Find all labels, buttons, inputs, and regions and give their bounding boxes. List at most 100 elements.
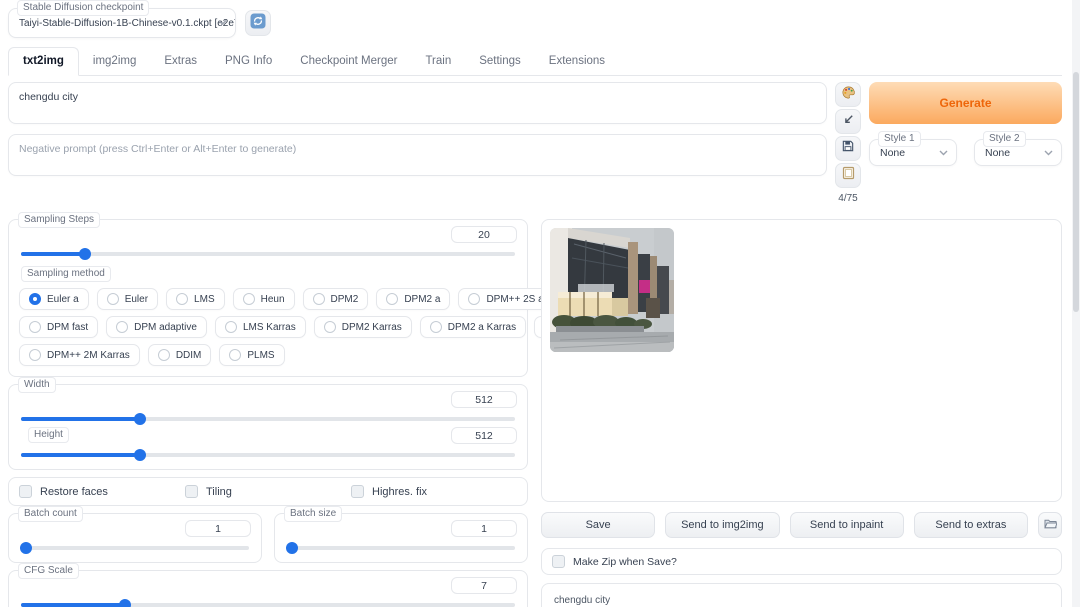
sampler-label: DPM++ 2M Karras: [47, 350, 130, 361]
radio-icon: [29, 349, 41, 361]
slider-thumb[interactable]: [79, 248, 91, 260]
radio-icon: [430, 321, 442, 333]
slider-thumb[interactable]: [286, 542, 298, 554]
width-slider[interactable]: [21, 417, 515, 421]
batch-size-input[interactable]: [451, 520, 517, 537]
chevron-down-icon: [939, 147, 948, 159]
send-to-extras-button[interactable]: Send to extras: [914, 512, 1028, 538]
width-label: Width: [18, 377, 56, 393]
height-slider[interactable]: [21, 453, 515, 457]
prompt-tools: 4/75: [835, 82, 861, 204]
checkbox-icon: [552, 555, 565, 568]
tiling-checkbox[interactable]: Tiling: [185, 485, 351, 498]
make-zip-checkbox[interactable]: Make Zip when Save?: [552, 555, 677, 568]
slider-thumb[interactable]: [134, 413, 146, 425]
sampler-dpm2-a-karras[interactable]: DPM2 a Karras: [420, 316, 526, 338]
tab-png-info[interactable]: PNG Info: [211, 48, 286, 75]
save-button[interactable]: Save: [541, 512, 655, 538]
sampling-steps-slider[interactable]: [21, 252, 515, 256]
read-params-button[interactable]: [835, 109, 861, 134]
batch-count-box: Batch count: [8, 513, 262, 563]
tab-img2img[interactable]: img2img: [79, 48, 150, 75]
radio-icon: [107, 293, 119, 305]
output-column: Save Send to img2img Send to inpaint Sen…: [541, 219, 1062, 607]
radio-icon: [29, 321, 41, 333]
sampler-dpm-fast[interactable]: DPM fast: [19, 316, 98, 338]
batch-size-slider[interactable]: [287, 546, 515, 550]
height-input[interactable]: [451, 427, 517, 444]
cfg-input[interactable]: [451, 577, 517, 594]
sampler-euler[interactable]: Euler: [97, 288, 158, 310]
restore-faces-label: Restore faces: [40, 486, 108, 498]
sampler-dpm2[interactable]: DPM2: [303, 288, 369, 310]
tab-extensions[interactable]: Extensions: [535, 48, 619, 75]
prompt-input[interactable]: chengdu city: [8, 82, 827, 124]
slider-thumb[interactable]: [20, 542, 32, 554]
scrollbar-thumb[interactable]: [1073, 72, 1079, 312]
cfg-label: CFG Scale: [18, 563, 79, 579]
refresh-checkpoint-button[interactable]: [245, 10, 271, 36]
restore-faces-checkbox[interactable]: Restore faces: [19, 485, 185, 498]
style2-label: Style 2: [983, 131, 1026, 147]
send-to-inpaint-button[interactable]: Send to inpaint: [790, 512, 904, 538]
tiling-label: Tiling: [206, 486, 232, 498]
tab-checkpoint-merger[interactable]: Checkpoint Merger: [286, 48, 411, 75]
settings-column: Sampling Steps Sampling method Euler a E…: [8, 219, 528, 607]
sampling-steps-input[interactable]: [451, 226, 517, 243]
size-box: Width Height: [8, 384, 528, 470]
sampler-lms-karras[interactable]: LMS Karras: [215, 316, 306, 338]
batch-count-input[interactable]: [185, 520, 251, 537]
tab-extras[interactable]: Extras: [150, 48, 211, 75]
sampler-row-1: Euler a Euler LMS Heun DPM2 DPM2 a DPM++…: [19, 288, 517, 310]
slider-thumb[interactable]: [119, 599, 131, 607]
scrollbar[interactable]: [1072, 0, 1080, 607]
radio-icon: [176, 293, 188, 305]
negative-prompt-input[interactable]: [8, 134, 827, 176]
main-tabs: txt2img img2img Extras PNG Info Checkpoi…: [8, 47, 1062, 76]
sampler-dpmpp-2s-a[interactable]: DPM++ 2S a: [458, 288, 553, 310]
sampler-dpmpp-2m-karras[interactable]: DPM++ 2M Karras: [19, 344, 140, 366]
sampler-label: DPM adaptive: [134, 322, 197, 333]
checkbox-icon: [351, 485, 364, 498]
sampler-plms[interactable]: PLMS: [219, 344, 284, 366]
save-style-button[interactable]: [835, 136, 861, 161]
radio-icon: [225, 321, 237, 333]
sampler-ddim[interactable]: DDIM: [148, 344, 212, 366]
roll-artist-button[interactable]: [835, 82, 861, 107]
batch-count-slider[interactable]: [21, 546, 249, 550]
open-folder-button[interactable]: [1038, 512, 1062, 538]
sampler-dpm2-karras[interactable]: DPM2 Karras: [314, 316, 412, 338]
sampler-label: Heun: [261, 294, 285, 305]
highres-fix-checkbox[interactable]: Highres. fix: [351, 485, 517, 498]
sampler-label: DPM2 Karras: [342, 322, 402, 333]
sampler-label: Euler a: [47, 294, 79, 305]
height-slider-unit: Height: [19, 431, 517, 457]
prompt-section: chengdu city: [8, 82, 1062, 204]
generate-button[interactable]: Generate: [869, 82, 1062, 124]
sampler-euler-a[interactable]: Euler a: [19, 288, 89, 310]
apply-style-button[interactable]: [835, 163, 861, 188]
width-input[interactable]: [451, 391, 517, 408]
cfg-box: CFG Scale: [8, 570, 528, 607]
cfg-slider[interactable]: [21, 603, 515, 607]
tab-txt2img[interactable]: txt2img: [8, 47, 79, 76]
sampler-dpm2-a[interactable]: DPM2 a: [376, 288, 450, 310]
result-image[interactable]: [550, 228, 674, 352]
sampler-lms[interactable]: LMS: [166, 288, 225, 310]
sampler-label: DDIM: [176, 350, 202, 361]
style2-value: None: [985, 147, 1010, 159]
tab-settings[interactable]: Settings: [465, 48, 535, 75]
send-to-img2img-button[interactable]: Send to img2img: [665, 512, 779, 538]
clipboard-icon: [842, 166, 855, 185]
slider-thumb[interactable]: [134, 449, 146, 461]
zip-option-box: Make Zip when Save?: [541, 548, 1062, 575]
result-gallery: [541, 219, 1062, 502]
tab-train[interactable]: Train: [411, 48, 465, 75]
sampler-row-3: DPM++ 2M Karras DDIM PLMS: [19, 344, 517, 366]
radio-icon: [243, 293, 255, 305]
token-counter: 4/75: [838, 193, 857, 204]
sampler-dpm-adaptive[interactable]: DPM adaptive: [106, 316, 207, 338]
radio-icon: [229, 349, 241, 361]
radio-icon: [158, 349, 170, 361]
sampler-heun[interactable]: Heun: [233, 288, 295, 310]
